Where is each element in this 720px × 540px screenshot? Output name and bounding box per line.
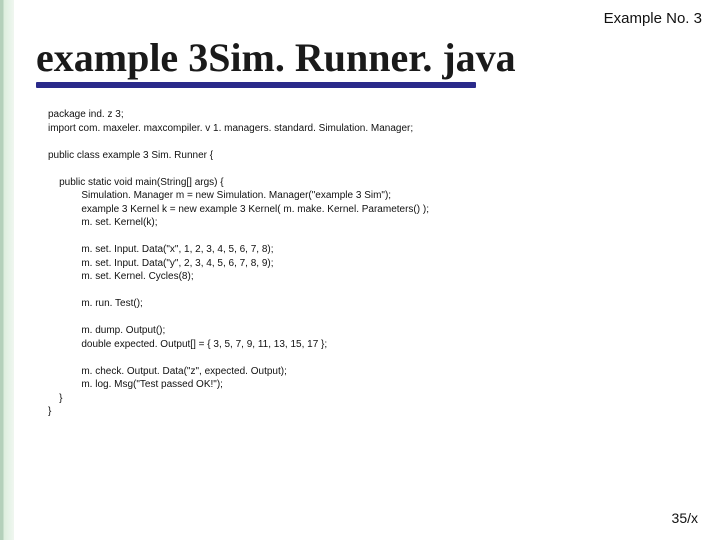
page-number: 35/x [672,510,698,526]
code-line: package ind. z 3; [48,109,124,120]
example-number-label: Example No. 3 [604,10,702,27]
code-block: package ind. z 3; import com. maxeler. m… [48,108,680,419]
code-line: m. check. Output. Data("z", expected. Ou… [48,366,287,377]
code-line: double expected. Output[] = { 3, 5, 7, 9… [48,339,327,350]
code-line: m. log. Msg("Test passed OK!"); [48,379,223,390]
title-underline [36,82,476,88]
code-line: m. set. Input. Data("x", 1, 2, 3, 4, 5, … [48,244,274,255]
code-line: m. run. Test(); [48,298,143,309]
slide-title: example 3Sim. Runner. java [36,34,516,81]
code-line: } [48,393,62,404]
code-line: public class example 3 Sim. Runner { [48,150,213,161]
code-line: m. set. Input. Data("y", 2, 3, 4, 5, 6, … [48,258,274,269]
side-accent [0,0,14,540]
code-line: m. dump. Output(); [48,325,165,336]
code-line: Simulation. Manager m = new Simulation. … [48,190,391,201]
code-line: } [48,406,51,417]
code-line: m. set. Kernel. Cycles(8); [48,271,194,282]
code-line: import com. maxeler. maxcompiler. v 1. m… [48,123,413,134]
code-line: public static void main(String[] args) { [48,177,224,188]
code-line: example 3 Kernel k = new example 3 Kerne… [48,204,429,215]
code-line: m. set. Kernel(k); [48,217,157,228]
